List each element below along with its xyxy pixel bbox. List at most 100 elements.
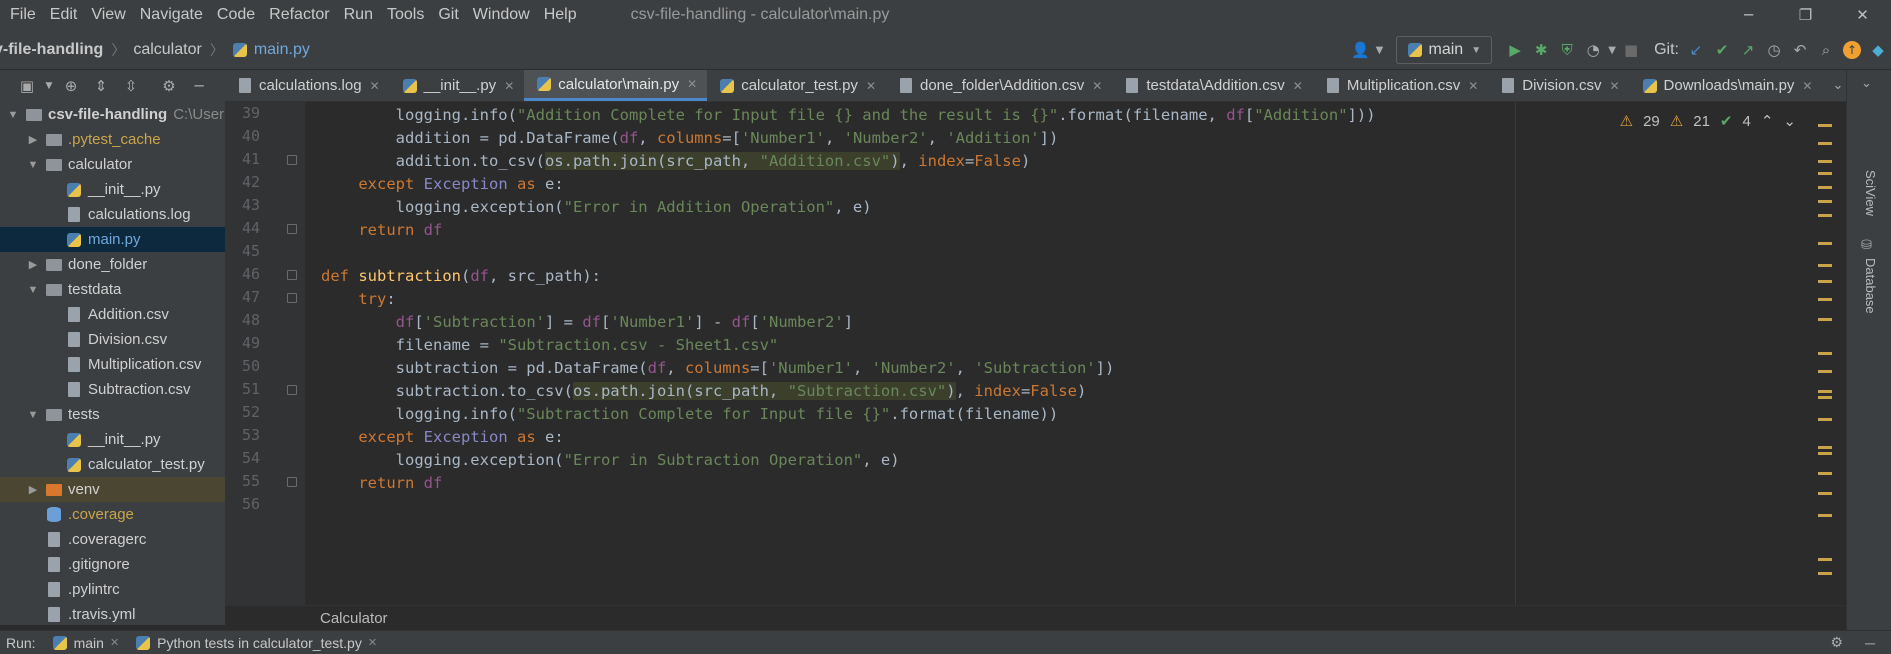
tree-item[interactable]: ▼ tests xyxy=(0,402,225,427)
chevron-down-icon[interactable]: ▼ xyxy=(1374,37,1386,63)
git-push-icon[interactable]: ↗ xyxy=(1735,37,1761,63)
run-tab-main[interactable]: main ✕ xyxy=(52,635,119,651)
warning-mark[interactable] xyxy=(1818,514,1832,517)
tree-item[interactable]: ▼ calculator xyxy=(0,152,225,177)
code-editor[interactable]: 39 40 41 42 43 44 45 46 47 48 49 50 51 52 53 54 55 56 log… xyxy=(225,102,1846,605)
tree-item[interactable]: .gitignore xyxy=(0,552,225,577)
profile-icon[interactable]: ◔ xyxy=(1580,37,1606,63)
warning-mark[interactable] xyxy=(1818,124,1832,127)
collapse-all-icon[interactable]: ⇳ xyxy=(118,73,144,99)
menu-view[interactable]: View xyxy=(91,6,125,24)
warning-mark[interactable] xyxy=(1818,142,1832,145)
editor-tab[interactable]: Multiplication.csv ✕ xyxy=(1313,70,1488,101)
chevron-down-icon[interactable]: ▼ xyxy=(26,409,40,421)
tree-item[interactable]: ▼ testdata xyxy=(0,277,225,302)
warning-mark[interactable] xyxy=(1818,396,1832,399)
menu-git[interactable]: Git xyxy=(438,6,458,24)
warning-mark[interactable] xyxy=(1818,452,1832,455)
inspection-widget[interactable]: ⚠ 29 ⚠ 21 ✔ 4 ⌃ ⌄ xyxy=(1620,112,1796,131)
menu-tools[interactable]: Tools xyxy=(387,6,424,24)
warning-mark[interactable] xyxy=(1818,318,1832,321)
warning-mark[interactable] xyxy=(1818,200,1832,203)
close-button[interactable]: ✕ xyxy=(1834,0,1891,30)
locate-icon[interactable]: ⊕ xyxy=(58,73,84,99)
menu-run[interactable]: Run xyxy=(344,6,373,24)
warning-mark[interactable] xyxy=(1818,472,1832,475)
run-icon[interactable]: ▶ xyxy=(1502,37,1528,63)
fold-icon[interactable] xyxy=(287,477,297,487)
tree-root[interactable]: ▼ csv-file-handling C:\User xyxy=(0,102,225,127)
chevron-right-icon[interactable]: ▶ xyxy=(26,483,40,496)
warning-mark[interactable] xyxy=(1818,558,1832,561)
close-icon[interactable]: ✕ xyxy=(1468,79,1478,93)
warning-mark[interactable] xyxy=(1818,280,1832,283)
warning-mark[interactable] xyxy=(1818,160,1832,163)
breadcrumb-project[interactable]: v-file-handling xyxy=(0,41,103,59)
warning-mark[interactable] xyxy=(1818,298,1832,301)
editor-tab[interactable]: Division.csv ✕ xyxy=(1488,70,1629,101)
hide-icon[interactable]: ─ xyxy=(1865,635,1875,651)
warning-mark[interactable] xyxy=(1818,214,1832,217)
close-icon[interactable]: ✕ xyxy=(1609,79,1619,93)
git-commit-icon[interactable]: ✔ xyxy=(1709,37,1735,63)
chevron-down-icon[interactable]: ⌄ xyxy=(1861,76,1872,91)
close-icon[interactable]: ✕ xyxy=(1802,79,1812,93)
chevron-down-icon[interactable]: ▼ xyxy=(26,159,40,171)
plugin-icon[interactable]: ◆ xyxy=(1865,37,1891,63)
menu-edit[interactable]: Edit xyxy=(50,6,78,24)
tree-item[interactable]: ▶ done_folder xyxy=(0,252,225,277)
chevron-down-icon[interactable]: ⌄ xyxy=(1783,112,1796,130)
editor-tab[interactable]: Downloads\main.py ✕ xyxy=(1630,70,1823,101)
warning-mark[interactable] xyxy=(1818,370,1832,373)
warning-mark[interactable] xyxy=(1818,264,1832,267)
menu-navigate[interactable]: Navigate xyxy=(140,6,203,24)
warning-mark[interactable] xyxy=(1818,418,1832,421)
fold-icon[interactable] xyxy=(287,224,297,234)
chevron-right-icon[interactable]: ▶ xyxy=(26,133,40,146)
tree-item[interactable]: .pylintrc xyxy=(0,577,225,602)
editor-tab[interactable]: done_folder\Addition.csv ✕ xyxy=(886,70,1112,101)
tree-item[interactable]: Division.csv xyxy=(0,327,225,352)
fold-icon[interactable] xyxy=(287,293,297,303)
warning-mark[interactable] xyxy=(1818,172,1832,175)
warning-mark[interactable] xyxy=(1818,352,1832,355)
menu-file[interactable]: File xyxy=(10,6,36,24)
warning-mark[interactable] xyxy=(1818,242,1832,245)
fold-icon[interactable] xyxy=(287,385,297,395)
warning-mark[interactable] xyxy=(1818,572,1832,575)
rollback-icon[interactable]: ↶ xyxy=(1787,37,1813,63)
debug-icon[interactable]: ✱ xyxy=(1528,37,1554,63)
database-tool-button[interactable]: Database xyxy=(1863,258,1878,314)
warning-mark[interactable] xyxy=(1818,492,1832,495)
stop-icon[interactable]: ■ xyxy=(1618,37,1644,63)
tree-item[interactable]: .coveragerc xyxy=(0,527,225,552)
menu-help[interactable]: Help xyxy=(544,6,577,24)
breadcrumb-file[interactable]: main.py xyxy=(254,41,310,59)
sciview-tool-button[interactable]: SciView xyxy=(1863,170,1878,216)
chevron-right-icon[interactable]: ▶ xyxy=(26,258,40,271)
close-icon[interactable]: ✕ xyxy=(687,77,697,91)
restore-button[interactable]: ❐ xyxy=(1777,0,1834,30)
tree-item[interactable]: .coverage xyxy=(0,502,225,527)
run-configuration-select[interactable]: main ▼ xyxy=(1395,36,1493,64)
close-icon[interactable]: ✕ xyxy=(110,636,119,649)
chevron-down-icon[interactable]: ▼ xyxy=(6,109,20,121)
tree-item[interactable]: main.py xyxy=(0,227,225,252)
hide-icon[interactable]: ─ xyxy=(186,73,212,99)
chevron-down-icon[interactable]: ▼ xyxy=(26,284,40,296)
warning-mark[interactable] xyxy=(1818,390,1832,393)
tree-item[interactable]: __init__.py xyxy=(0,427,225,452)
editor-tab[interactable]: calculator\main.py ✕ xyxy=(524,70,708,101)
editor-tab[interactable]: calculator_test.py ✕ xyxy=(707,70,886,101)
editor-breadcrumb[interactable]: Calculator xyxy=(225,605,1846,630)
tree-item[interactable]: .travis.yml xyxy=(0,602,225,625)
minimize-button[interactable]: ─ xyxy=(1720,0,1777,30)
user-icon[interactable]: 👤 xyxy=(1348,37,1374,63)
coverage-icon[interactable]: ⛨ xyxy=(1554,37,1580,63)
update-icon[interactable]: ↑ xyxy=(1839,37,1865,63)
search-icon[interactable]: ⌕ xyxy=(1813,37,1839,63)
tree-item[interactable]: ▶ .pytest_cache xyxy=(0,127,225,152)
fold-icon[interactable] xyxy=(287,270,297,280)
expand-all-icon[interactable]: ⇕ xyxy=(88,73,114,99)
close-icon[interactable]: ✕ xyxy=(866,79,876,93)
